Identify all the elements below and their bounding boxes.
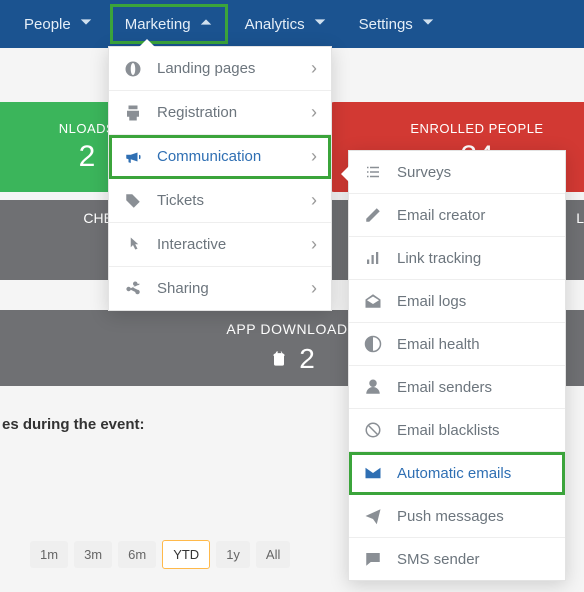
section-heading: es during the event: [0, 410, 147, 439]
chevron-right-icon: › [311, 278, 317, 299]
communication-submenu: Surveys Email creator Link tracking Emai… [348, 150, 566, 581]
submenu-push-messages[interactable]: Push messages [349, 495, 565, 538]
submenu-link-tracking[interactable]: Link tracking [349, 237, 565, 280]
chevron-right-icon: › [311, 234, 317, 255]
top-navigation: People Marketing Analytics Settings [0, 0, 584, 48]
submenu-surveys[interactable]: Surveys [349, 151, 565, 194]
nav-marketing-label: Marketing [125, 16, 191, 33]
submenu-sms-sender[interactable]: SMS sender [349, 538, 565, 580]
band-label: APP DOWNLOADS [226, 321, 357, 337]
nav-settings[interactable]: Settings [345, 5, 449, 43]
envelope-open-icon [363, 292, 383, 310]
kpi-downloads-value: 2 [79, 140, 96, 174]
submenu-automatic-emails[interactable]: Automatic emails [349, 452, 565, 495]
android-icon [269, 348, 289, 370]
menu-sharing[interactable]: Sharing › [109, 267, 331, 310]
envelope-icon [363, 464, 383, 482]
kpi-right-label: L [576, 210, 584, 226]
menu-interactive[interactable]: Interactive › [109, 223, 331, 267]
submenu-label: Link tracking [397, 250, 551, 267]
chevron-right-icon: › [311, 146, 317, 167]
submenu-email-creator[interactable]: Email creator [349, 194, 565, 237]
menu-label: Communication [157, 148, 297, 165]
globe-icon [123, 60, 143, 78]
marketing-dropdown: Landing pages › Registration › Communica… [108, 46, 332, 311]
contrast-icon [363, 335, 383, 353]
submenu-label: Email senders [397, 379, 551, 396]
menu-registration[interactable]: Registration › [109, 91, 331, 135]
submenu-email-health[interactable]: Email health [349, 323, 565, 366]
band-value-row: 2 [269, 343, 315, 375]
share-icon [123, 280, 143, 298]
submenu-label: Push messages [397, 508, 551, 525]
chevron-down-icon [313, 15, 327, 33]
menu-label: Registration [157, 104, 297, 121]
chevron-right-icon: › [311, 102, 317, 123]
kpi-downloads-label: NLOADS [59, 121, 115, 136]
ban-icon [363, 421, 383, 439]
nav-analytics[interactable]: Analytics [231, 5, 341, 43]
pointer-icon [123, 236, 143, 254]
chevron-down-icon [79, 15, 93, 33]
range-ytd[interactable]: YTD [162, 540, 210, 569]
nav-marketing[interactable]: Marketing [111, 5, 227, 43]
chart-bar-icon [363, 249, 383, 267]
range-all[interactable]: All [256, 541, 290, 568]
range-3m[interactable]: 3m [74, 541, 112, 568]
user-icon [363, 378, 383, 396]
nav-people-label: People [24, 16, 71, 33]
menu-label: Tickets [157, 192, 297, 209]
paper-plane-icon [363, 507, 383, 525]
chevron-up-icon [199, 15, 213, 33]
submenu-label: Email logs [397, 293, 551, 310]
bullhorn-icon [123, 148, 143, 166]
range-1y[interactable]: 1y [216, 541, 250, 568]
print-icon [123, 104, 143, 122]
submenu-label: Email blacklists [397, 422, 551, 439]
menu-landing-pages[interactable]: Landing pages › [109, 47, 331, 91]
submenu-label: Surveys [397, 164, 551, 181]
range-1m[interactable]: 1m [30, 541, 68, 568]
list-icon [363, 163, 383, 181]
tag-icon [123, 192, 143, 210]
kpi-enrolled-label: ENROLLED PEOPLE [410, 121, 543, 136]
menu-tickets[interactable]: Tickets › [109, 179, 331, 223]
submenu-label: SMS sender [397, 551, 551, 568]
edit-icon [363, 206, 383, 224]
menu-communication[interactable]: Communication › [109, 135, 331, 179]
submenu-email-logs[interactable]: Email logs [349, 280, 565, 323]
submenu-email-senders[interactable]: Email senders [349, 366, 565, 409]
menu-label: Interactive [157, 236, 297, 253]
menu-label: Sharing [157, 280, 297, 297]
chevron-right-icon: › [311, 58, 317, 79]
nav-settings-label: Settings [359, 16, 413, 33]
submenu-label: Email health [397, 336, 551, 353]
band-value: 2 [299, 343, 315, 375]
submenu-email-blacklists[interactable]: Email blacklists [349, 409, 565, 452]
submenu-label: Automatic emails [397, 465, 551, 482]
range-selector: 1m 3m 6m YTD 1y All [30, 540, 290, 569]
submenu-label: Email creator [397, 207, 551, 224]
chevron-right-icon: › [311, 190, 317, 211]
chevron-down-icon [421, 15, 435, 33]
range-6m[interactable]: 6m [118, 541, 156, 568]
menu-label: Landing pages [157, 60, 297, 77]
nav-people[interactable]: People [10, 5, 107, 43]
nav-analytics-label: Analytics [245, 16, 305, 33]
chat-icon [363, 550, 383, 568]
